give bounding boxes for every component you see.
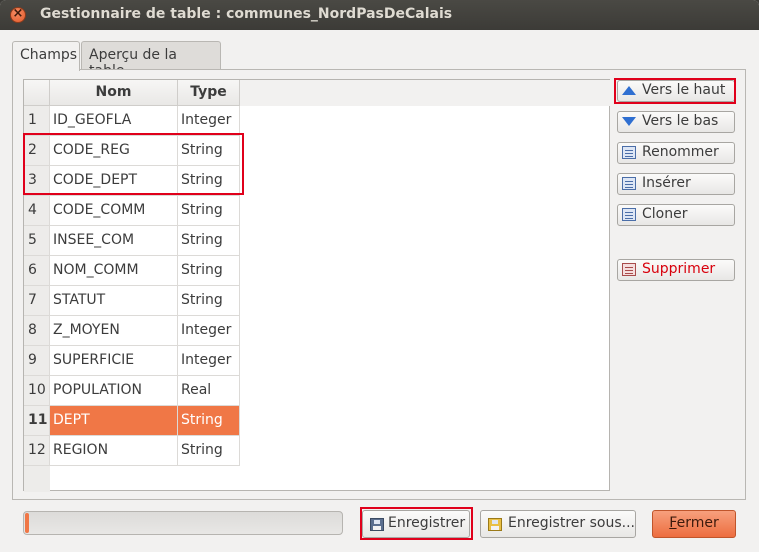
field-type-cell[interactable]: String [178, 406, 240, 436]
insert-button[interactable]: Insérer [617, 173, 735, 195]
field-type-cell[interactable]: String [178, 166, 240, 196]
progress-fill [25, 513, 29, 533]
table-row[interactable]: 10 POPULATION Real [24, 376, 240, 406]
field-name-cell[interactable]: ID_GEOFLA [50, 106, 178, 136]
arrow-down-icon [622, 115, 638, 129]
row-number[interactable]: 3 [24, 166, 50, 196]
row-header-filler [24, 466, 50, 492]
field-type-cell[interactable]: Integer [178, 106, 240, 136]
row-number[interactable]: 4 [24, 196, 50, 226]
field-type-cell[interactable]: Integer [178, 316, 240, 346]
field-name-cell[interactable]: INSEE_COM [50, 226, 178, 256]
table-row[interactable]: 3 CODE_DEPT String [24, 166, 240, 196]
progress-bar [23, 511, 343, 535]
table-row[interactable]: 2 CODE_REG String [24, 136, 240, 166]
field-type-cell[interactable]: String [178, 226, 240, 256]
table-row[interactable]: 11 DEPT String [24, 406, 240, 436]
table-row[interactable]: 9 SUPERFICIE Integer [24, 346, 240, 376]
row-number[interactable]: 12 [24, 436, 50, 466]
floppy-icon [370, 518, 384, 531]
field-name-cell[interactable]: NOM_COMM [50, 256, 178, 286]
field-type-cell[interactable]: String [178, 136, 240, 166]
row-number[interactable]: 8 [24, 316, 50, 346]
table-row[interactable]: 5 INSEE_COM String [24, 226, 240, 256]
row-number[interactable]: 6 [24, 256, 50, 286]
close-button[interactable]: Fermer [652, 510, 736, 538]
clone-button[interactable]: Cloner [617, 204, 735, 226]
table-corner-header [24, 80, 50, 106]
field-name-cell[interactable]: CODE_COMM [50, 196, 178, 226]
delete-icon [622, 263, 638, 277]
field-name-cell[interactable]: STATUT [50, 286, 178, 316]
field-type-cell[interactable]: Integer [178, 346, 240, 376]
field-type-cell[interactable]: String [178, 196, 240, 226]
arrow-up-icon [622, 84, 638, 98]
field-name-cell[interactable]: POPULATION [50, 376, 178, 406]
table-manager-window: Gestionnaire de table : communes_NordPas… [0, 0, 759, 552]
row-number[interactable]: 11 [24, 406, 50, 436]
move-down-button[interactable]: Vers le bas [617, 111, 735, 133]
save-button[interactable]: Enregistrer [362, 510, 470, 538]
row-number[interactable]: 10 [24, 376, 50, 406]
fields-table[interactable]: Nom Type 1 ID_GEOFLA Integer 2 CODE_REG Strin… [23, 79, 610, 492]
table-row[interactable]: 4 CODE_COMM String [24, 196, 240, 226]
field-type-cell[interactable]: String [178, 286, 240, 316]
table-row[interactable]: 8 Z_MOYEN Integer [24, 316, 240, 346]
window-title: Gestionnaire de table : communes_NordPas… [40, 6, 453, 22]
title-bar: Gestionnaire de table : communes_NordPas… [0, 0, 759, 30]
field-name-cell[interactable]: DEPT [50, 406, 178, 436]
row-number[interactable]: 9 [24, 346, 50, 376]
delete-button[interactable]: Supprimer [617, 259, 735, 281]
rename-button[interactable]: Renommer [617, 142, 735, 164]
row-number[interactable]: 7 [24, 286, 50, 316]
move-up-button[interactable]: Vers le haut [617, 80, 735, 102]
header-filler [240, 80, 610, 106]
column-header-type[interactable]: Type [178, 80, 240, 106]
field-name-cell[interactable]: CODE_REG [50, 136, 178, 166]
field-name-cell[interactable]: REGION [50, 436, 178, 466]
insert-icon [622, 177, 638, 191]
table-row[interactable]: 1 ID_GEOFLA Integer [24, 106, 240, 136]
save-as-button[interactable]: Enregistrer sous... [480, 510, 636, 538]
field-name-cell[interactable]: SUPERFICIE [50, 346, 178, 376]
rename-icon [622, 146, 638, 160]
row-number[interactable]: 5 [24, 226, 50, 256]
tab-apercu[interactable]: Aperçu de la table [81, 41, 221, 79]
column-header-nom[interactable]: Nom [50, 80, 178, 106]
field-type-cell[interactable]: String [178, 436, 240, 466]
close-icon[interactable] [10, 6, 26, 23]
tab-champs[interactable]: Champs [12, 41, 80, 71]
clone-icon [622, 208, 638, 222]
table-row[interactable]: 6 NOM_COMM String [24, 256, 240, 286]
field-type-cell[interactable]: String [178, 256, 240, 286]
table-row[interactable]: 12 REGION String [24, 436, 240, 466]
field-name-cell[interactable]: Z_MOYEN [50, 316, 178, 346]
row-number[interactable]: 2 [24, 136, 50, 166]
field-type-cell[interactable]: Real [178, 376, 240, 406]
row-number[interactable]: 1 [24, 106, 50, 136]
table-row[interactable]: 7 STATUT String [24, 286, 240, 316]
floppy-edit-icon [488, 518, 502, 531]
field-name-cell[interactable]: CODE_DEPT [50, 166, 178, 196]
